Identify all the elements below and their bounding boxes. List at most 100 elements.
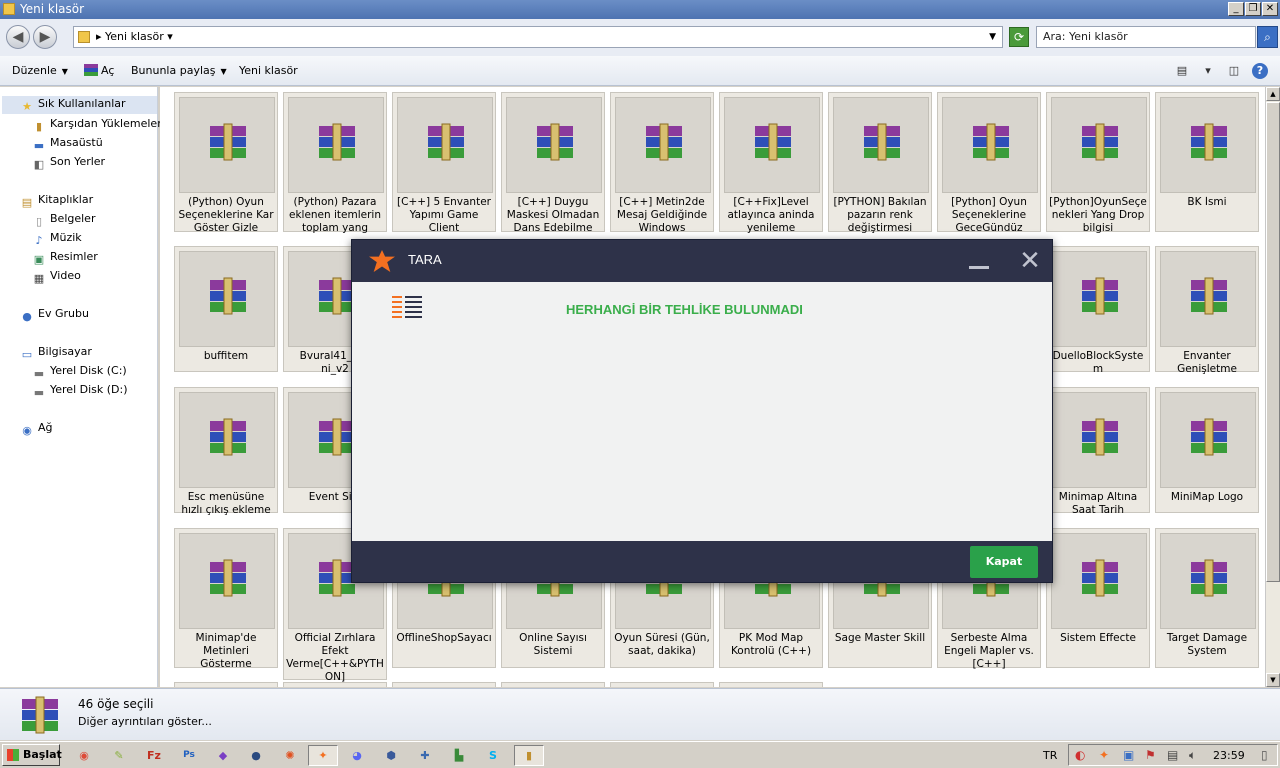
sidebar-item-video[interactable]: ▦ Video [32,268,81,286]
app-icon[interactable]: ✺ [279,745,301,766]
sidebar-item-recent[interactable]: ◧ Son Yerler [32,154,105,172]
sidebar-item-desktop[interactable]: ▬ Masaüstü [32,135,103,153]
sidebar-item-documents[interactable]: ▯ Belgeler [32,211,96,229]
network-tool-icon[interactable]: ▙ [448,745,470,766]
close-dialog-button[interactable]: Kapat [970,546,1038,578]
python-icon[interactable]: ✚ [414,745,436,766]
file-tile[interactable]: Sistem Effecte [1046,528,1150,668]
file-tile[interactable] [501,682,605,687]
notepad-icon[interactable]: ✎ [108,745,130,766]
photoshop-icon[interactable]: Ps [178,745,200,766]
sidebar-item-homegroup[interactable]: ● Ev Grubu [20,306,89,324]
file-tile[interactable]: [C++Fix]Level atlayınca aninda yenileme [719,92,823,234]
file-tile[interactable]: [C++] 5 Envanter Yapımı Game Client [392,92,496,234]
file-tile[interactable]: BK İsmi [1155,92,1259,232]
share-button[interactable]: Bununla paylaş ▼ [131,64,227,77]
filezilla-icon[interactable]: Fz [143,745,165,766]
chrome-icon[interactable]: ◉ [73,745,95,766]
sidebar-item-disk-c[interactable]: ▬ Yerel Disk (C:) [32,363,127,381]
file-tile[interactable] [719,682,823,687]
refresh-button[interactable]: ⟳ [1009,27,1029,47]
new-folder-button[interactable]: Yeni klasör [239,64,298,77]
file-tile[interactable]: DuelloBlockSystem [1046,246,1150,375]
file-tile[interactable] [392,682,496,687]
sidebar-item-computer[interactable]: ▭ Bilgisayar [20,344,92,362]
scroll-thumb[interactable] [1266,102,1280,582]
file-thumbnail [1160,533,1256,629]
file-tile[interactable]: [PYTHON] Bakılan pazarın renk değiştirme… [828,92,932,234]
sidebar-item-disk-d[interactable]: ▬ Yerel Disk (D:) [32,382,128,400]
file-tile[interactable] [174,682,278,687]
documents-icon: ▯ [35,215,43,228]
scroll-up-button[interactable]: ▲ [1266,87,1280,101]
help-icon[interactable]: ? [1252,63,1268,79]
file-tile[interactable]: Minimap Altına Saat Tarih [1046,387,1150,516]
maximize-button[interactable]: ❐ [1245,2,1261,16]
scroll-down-button[interactable]: ▼ [1266,673,1280,687]
sidebar-item-music[interactable]: ♪ Müzik [32,230,81,248]
file-tile[interactable]: Envanter Genişletme [1155,246,1259,375]
dialog-close-button[interactable]: ✕ [1019,248,1041,274]
file-tile[interactable]: Esc menüsüne hızlı çıkış ekleme [174,387,278,516]
language-indicator[interactable]: TR [1043,749,1057,762]
sidebar-item-favorites[interactable]: ★ Sık Kullanılanlar [2,96,157,114]
virtualbox-icon[interactable]: ⬢ [380,745,402,766]
vertical-scrollbar[interactable]: ▲ ▼ [1265,87,1280,687]
dialog-minimize-button[interactable] [969,266,989,269]
file-tile[interactable] [283,682,387,687]
volume-icon[interactable]: 🔈︎ [1189,748,1196,763]
file-tile[interactable]: [C++] Duygu Maskesi Olmadan Dans Edebilm… [501,92,605,234]
show-details-link[interactable]: Diğer ayrıntıları göster... [78,715,212,728]
homegroup-icon: ● [22,310,32,323]
file-name: Minimap Altına Saat Tarih [1058,491,1138,516]
view-dropdown-icon[interactable]: ▾ [1200,63,1216,79]
tray-app-icon[interactable]: ◐ [1075,748,1085,762]
sidebar-item-libraries[interactable]: ▤ Kitaplıklar [20,192,93,210]
forward-button[interactable]: ▶ [33,25,57,49]
discord-icon[interactable]: ◕ [346,745,368,766]
file-thumbnail [1160,392,1256,488]
open-button[interactable]: Aç [84,64,114,77]
minimize-button[interactable]: _ [1228,2,1244,16]
preview-pane-icon[interactable]: ◫ [1226,63,1242,79]
avast-taskbar-icon[interactable]: ✦ [308,745,338,766]
search-icon[interactable]: ⌕ [1257,26,1278,48]
file-tile[interactable]: MiniMap Logo [1155,387,1259,513]
visual-studio-icon[interactable]: ◆ [212,745,234,766]
winrar-archive-icon [537,123,573,161]
close-button[interactable]: ✕ [1262,2,1278,16]
globe-icon[interactable]: ● [245,745,267,766]
avast-tray-icon[interactable]: ✦ [1099,748,1109,762]
tray-extra-icon[interactable]: ▯ [1261,748,1268,762]
sidebar-item-network[interactable]: ◉ Ağ [20,420,52,438]
file-tile[interactable]: Target Damage System [1155,528,1259,668]
breadcrumb[interactable]: ▸ Yeni klasör ▾ [96,30,173,43]
clock[interactable]: 23:59 [1213,749,1245,762]
start-button[interactable]: Başlat [2,744,62,766]
winrar-archive-icon [428,123,464,161]
skype-icon[interactable]: S [482,745,504,766]
file-tile[interactable] [610,682,714,687]
sidebar-item-downloads[interactable]: ▮ Karşıdan Yüklemeler [32,116,162,134]
action-center-icon[interactable]: ⚑ [1145,748,1156,762]
network-tray-icon[interactable]: ▤ [1167,748,1178,762]
file-tile[interactable]: [Python]OyunSeçenekleri Yang Drop bilgis… [1046,92,1150,234]
file-tile[interactable]: Minimap'de Metinleri Gösterme [174,528,278,670]
explorer-taskbar-icon[interactable]: ▮ [514,745,544,766]
file-tile[interactable]: [C++] Metin2de Mesaj Geldiğinde Windows … [610,92,714,234]
view-options-icon[interactable]: ▤ [1174,63,1190,79]
file-tile[interactable]: (Python) Pazara eklenen itemlerin toplam… [283,92,387,234]
sidebar-item-pictures[interactable]: ▣ Resimler [32,249,98,267]
tray-app-icon[interactable]: ▣ [1123,748,1134,762]
address-dropdown-button[interactable]: ▼ [989,27,996,47]
desktop-icon: ▬ [33,139,45,152]
back-button[interactable]: ◀ [6,25,30,49]
scan-result-message: HERHANGİ BİR TEHLİKE BULUNMADI [566,302,803,317]
file-tile[interactable]: (Python) Oyun Seçeneklerine Kar Göster G… [174,92,278,234]
file-tile[interactable]: [Python] Oyun Seçeneklerine GeceGündüz [937,92,1041,234]
address-field[interactable]: ▸ Yeni klasör ▾ ▼ [73,26,1003,48]
search-input[interactable]: Ara: Yeni klasör [1036,26,1256,48]
file-tile[interactable]: buffitem [174,246,278,372]
organize-button[interactable]: Düzenle ▼ [12,64,68,77]
system-tray: ◐ ✦ ▣ ⚑ ▤ 🔈︎ 23:59 ▯ [1068,744,1278,766]
